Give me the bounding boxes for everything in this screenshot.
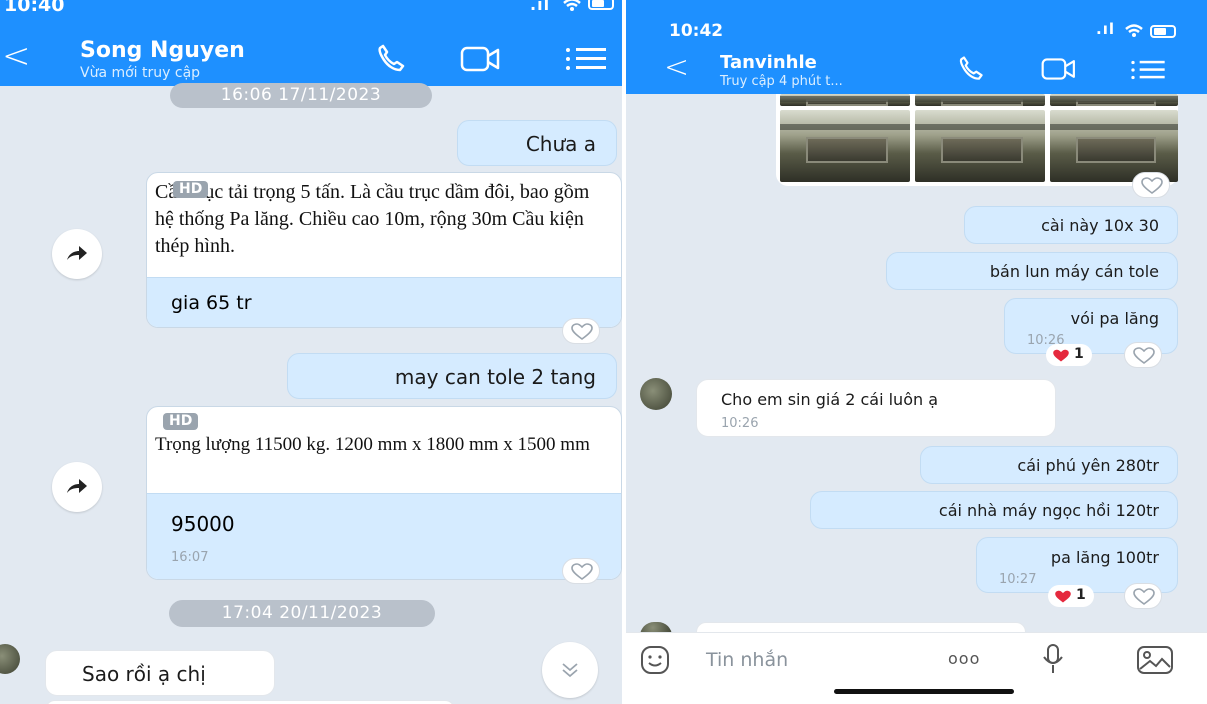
menu-icon[interactable]	[1128, 58, 1168, 82]
message-time: 10:26	[721, 416, 759, 431]
status-time: 10:42	[669, 21, 724, 41]
forward-icon	[67, 479, 87, 493]
mic-icon[interactable]	[1042, 643, 1064, 675]
back-button[interactable]: <	[2, 36, 31, 76]
phone-icon[interactable]	[956, 54, 986, 84]
reaction-count[interactable]: 1	[1048, 585, 1094, 607]
contact-name[interactable]: Song Nguyen	[80, 38, 245, 63]
outgoing-message[interactable]: may can tole 2 tang	[287, 353, 617, 399]
heart-icon	[1133, 347, 1155, 364]
chat-header: 10:40 .ıl < Song Nguyen Vừa mới truy cập	[0, 0, 622, 86]
reaction-count[interactable]: 1	[1046, 344, 1092, 366]
hd-badge: HD	[173, 181, 209, 198]
chevron-down-icon	[562, 663, 578, 678]
quote-card[interactable]: Cầu trục tải trọng 5 tấn. Là cầu trục dầ…	[146, 172, 622, 328]
reaction-count-value: 1	[1076, 587, 1086, 603]
heart-icon	[571, 563, 593, 580]
more-options-button[interactable]: ooo	[948, 649, 980, 668]
contact-status: Truy cập 4 phút t...	[720, 74, 843, 89]
react-button[interactable]	[1132, 172, 1170, 198]
reply-area: 95000 16:07	[147, 493, 621, 579]
avatar[interactable]	[640, 378, 672, 410]
right-chat-screen: 10:42 .ıl < Tanvinhle Truy cập 4 phút t.…	[626, 0, 1207, 704]
incoming-message-partial	[45, 700, 455, 704]
contact-name[interactable]: Tanvinhle	[720, 52, 817, 73]
photo[interactable]	[915, 94, 1045, 106]
date-separator: 16:06 17/11/2023	[170, 83, 432, 108]
reaction-count-value: 1	[1074, 346, 1084, 362]
message-time: 10:27	[999, 572, 1037, 587]
react-button[interactable]	[1124, 342, 1162, 368]
back-button[interactable]: <	[664, 50, 689, 85]
wifi-icon	[1125, 24, 1143, 37]
left-chat-screen: 10:40 .ıl < Song Nguyen Vừa mới truy cập…	[0, 0, 622, 704]
forward-button[interactable]	[52, 462, 102, 512]
heart-icon	[1133, 588, 1155, 605]
home-indicator	[834, 689, 1014, 694]
contact-status: Vừa mới truy cập	[80, 65, 201, 81]
wifi-icon	[563, 0, 581, 11]
photo[interactable]	[780, 110, 910, 182]
reply-text: gia 65 tr	[147, 277, 621, 327]
battery-icon	[1150, 25, 1176, 38]
battery-icon	[588, 0, 614, 10]
image-icon[interactable]	[1136, 645, 1174, 675]
message-time: 16:07	[171, 550, 209, 565]
menu-icon[interactable]	[562, 46, 610, 72]
video-icon[interactable]	[1040, 56, 1080, 82]
compose-bar: Tin nhắn ooo	[626, 632, 1207, 704]
reply-text: 95000	[171, 512, 235, 536]
status-time: 10:40	[4, 0, 65, 16]
message-text: Cho em sin giá 2 cái luôn ạ	[721, 390, 939, 409]
scroll-down-button[interactable]	[542, 642, 598, 698]
heart-icon	[1055, 590, 1071, 603]
signal-icon: .ıl	[1096, 20, 1115, 38]
react-button[interactable]	[562, 558, 600, 584]
quote-text: Cầu trục tải trọng 5 tấn. Là cầu trục dầ…	[155, 181, 590, 257]
photo[interactable]	[1050, 94, 1178, 106]
date-separator: 17:04 20/11/2023	[169, 600, 435, 627]
react-button[interactable]	[562, 318, 600, 344]
message-input[interactable]: Tin nhắn	[706, 649, 788, 671]
outgoing-message[interactable]: Chưa a	[457, 120, 617, 166]
message-text: vói pa lăng	[1070, 309, 1159, 328]
heart-icon	[1141, 177, 1163, 194]
sticker-icon[interactable]	[640, 645, 670, 675]
outgoing-message[interactable]: cài này 10x 30	[964, 206, 1178, 244]
message-text: pa lăng 100tr	[1050, 548, 1159, 567]
incoming-message[interactable]: Sao rồi ạ chị	[45, 650, 275, 696]
heart-icon	[1053, 349, 1069, 362]
photo[interactable]	[780, 94, 910, 106]
outgoing-message[interactable]: cái nhà máy ngọc hồi 120tr	[810, 491, 1178, 529]
chat-header: 10:42 .ıl < Tanvinhle Truy cập 4 phút t.…	[626, 0, 1207, 94]
signal-icon: .ıl	[530, 0, 551, 14]
phone-icon[interactable]	[374, 42, 408, 76]
outgoing-message[interactable]: cái phú yên 280tr	[920, 446, 1178, 484]
hd-badge: HD	[163, 413, 199, 430]
forward-button[interactable]	[52, 229, 102, 279]
forward-icon	[67, 246, 87, 260]
photo-grid	[776, 94, 1178, 186]
quote-card[interactable]: HD Trọng lượng 11500 kg. 1200 mm x 1800 …	[146, 406, 622, 580]
react-button[interactable]	[1124, 583, 1162, 609]
heart-icon	[571, 323, 593, 340]
avatar[interactable]	[0, 644, 20, 674]
incoming-message[interactable]: Cho em sin giá 2 cái luôn ạ 10:26	[696, 379, 1056, 437]
outgoing-message[interactable]: bán lun máy cán tole	[886, 252, 1178, 290]
photo[interactable]	[915, 110, 1045, 182]
quote-text: Trọng lượng 11500 kg. 1200 mm x 1800 mm …	[155, 434, 590, 455]
video-icon[interactable]	[460, 44, 504, 74]
